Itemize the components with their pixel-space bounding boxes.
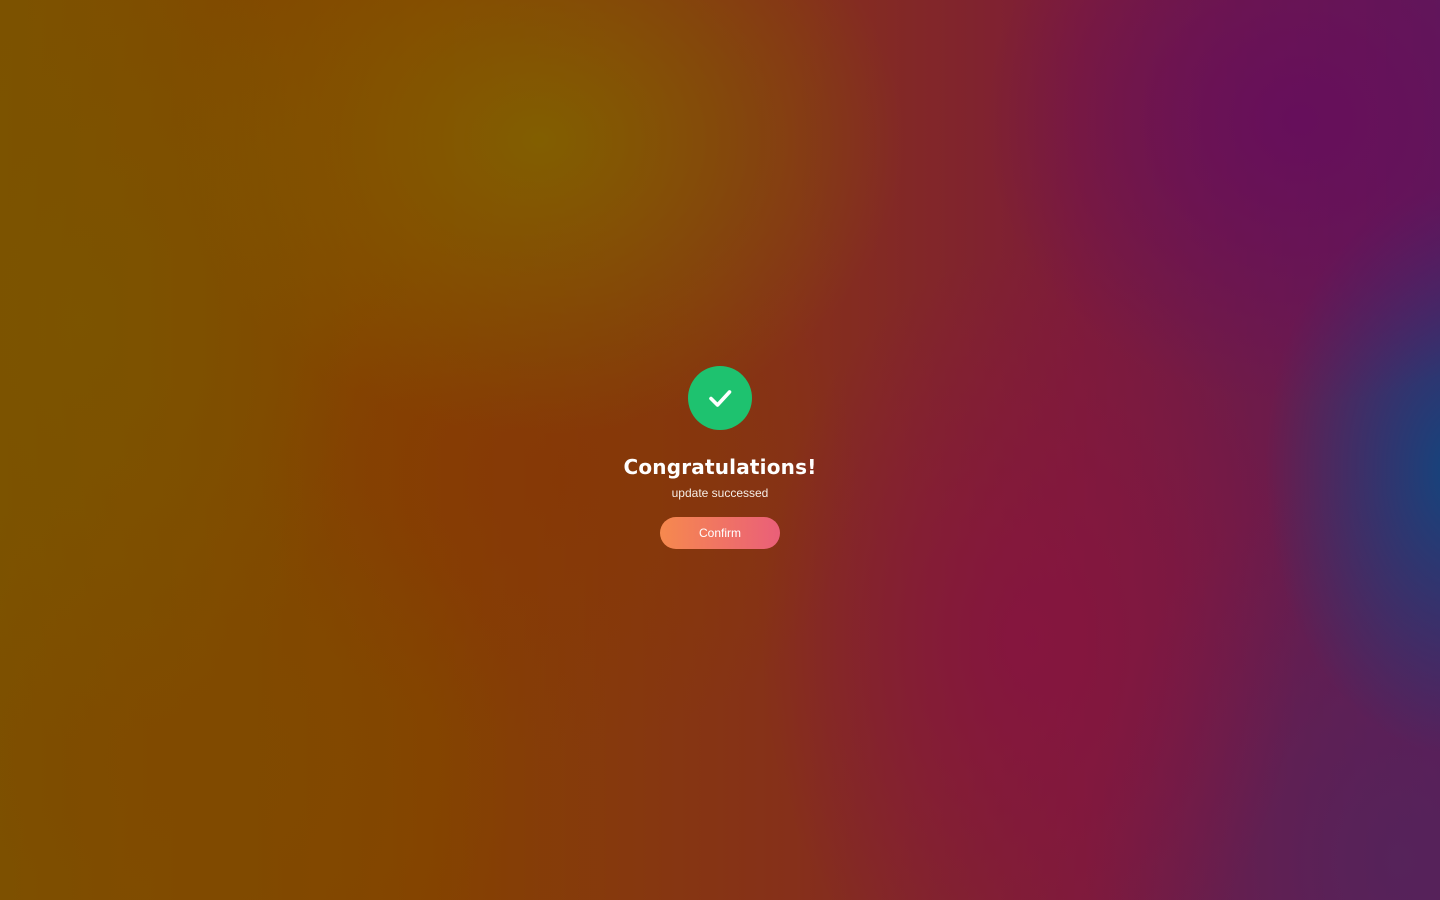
dialog-title: Congratulations! <box>623 455 817 479</box>
success-dialog: Congratulations! update successed Confir… <box>570 366 870 549</box>
check-circle-icon <box>688 366 752 430</box>
dialog-message: update successed <box>671 486 769 500</box>
confirm-button[interactable]: Confirm <box>660 517 780 549</box>
checkmark-icon <box>709 390 732 407</box>
